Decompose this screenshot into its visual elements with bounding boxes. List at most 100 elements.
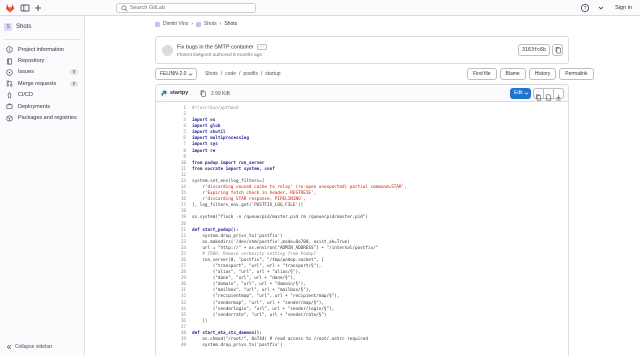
line-content: run_server(0, "postfix", "/tmp/podop.soc… [192,258,324,263]
edit-button[interactable]: Edit [510,88,531,99]
line-number[interactable]: 15 [156,191,186,196]
line-number[interactable]: 20 [156,222,186,227]
top-bar-actions: ? [580,3,606,13]
line-number[interactable]: 38 [156,331,186,336]
line-number[interactable]: 31 [156,288,186,293]
sidebar-item-merge-requests[interactable]: Merge requests 0 [4,78,81,89]
sidebar-item-label: Deployments [18,103,51,110]
permalink-button[interactable]: Permalink [559,68,594,80]
line-number[interactable]: 28 [156,270,186,275]
line-number[interactable]: 23 [156,240,186,245]
line-number[interactable]: 37 [156,325,186,330]
breadcrumb-item[interactable]: Dimitri Vins [163,21,188,27]
line-number[interactable]: 24 [156,246,186,251]
sign-in-link[interactable]: Sign in [615,4,632,12]
last-commit-box: Fix bugs in the SMTP container ··· Floren… [155,36,569,64]
line-number[interactable]: 4 [156,124,186,129]
blame-button[interactable]: Blame [499,68,526,80]
project-avatar: S [4,22,12,31]
issues-icon [6,69,13,76]
line-number[interactable]: 22 [156,234,186,239]
line-number[interactable]: 16 [156,197,186,202]
help-icon[interactable]: ? [580,3,590,13]
copy-icon [555,46,561,54]
file-size: 2.99 KiB [211,91,230,97]
line-number[interactable]: 30 [156,282,186,287]
line-number[interactable]: 9 [156,155,186,160]
sidebar-item-repository[interactable]: Repository [4,55,81,66]
path-separator: / [239,71,241,77]
sidebar-item-project-information[interactable]: Project information [4,44,81,55]
line-number[interactable]: 34 [156,307,186,312]
path-segment[interactable]: code [225,71,236,77]
line-number[interactable]: 25 [156,252,186,257]
sidebar-item-cicd[interactable]: CI/CD [4,90,81,101]
history-button[interactable]: History [528,68,557,80]
line-number[interactable]: 29 [156,276,186,281]
breadcrumb-item-current[interactable]: Shots [224,21,237,27]
line-number[interactable]: 12 [156,173,186,178]
gitlab-logo-icon[interactable] [5,3,15,13]
line-number[interactable]: 32 [156,294,186,299]
chevron-down-icon[interactable] [596,3,606,13]
line-content: ], log_filters_env.get('POSTFIX_LOG_FILE… [192,203,304,209]
sidebar: S Shots Project information Repository I… [0,16,85,356]
line-number[interactable]: 2 [156,112,186,117]
copy-file-path-icon[interactable] [200,90,206,97]
deployments-icon [6,103,13,110]
line-number[interactable]: 35 [156,313,186,318]
commit-message[interactable]: Fix bugs in the SMTP container [177,44,254,50]
path-segment[interactable]: postfix [243,71,257,77]
line-number[interactable]: 7 [156,142,186,147]
path-segment-current[interactable]: startup [265,71,280,77]
line-number[interactable]: 11 [156,167,186,172]
sidebar-project[interactable]: S Shots [4,20,81,33]
search-input[interactable]: Search GitLab [116,3,256,13]
line-number[interactable]: 40 [156,343,186,348]
line-number[interactable]: 27 [156,264,186,269]
line-number[interactable]: 19 [156,215,186,220]
sidebar-item-issues[interactable]: Issues 0 [4,67,81,78]
path-segment[interactable]: Shots [205,71,218,77]
line-number[interactable]: 33 [156,301,186,306]
plus-icon[interactable] [33,3,43,13]
line-number[interactable]: 6 [156,136,186,141]
line-number[interactable]: 1 [156,106,186,111]
line-number[interactable]: 39 [156,337,186,342]
line-number[interactable]: 5 [156,130,186,135]
sidebar-toggle-icon[interactable] [20,3,30,13]
download-button[interactable] [553,88,564,101]
sidebar-divider [4,39,81,40]
chevron-down-icon [524,92,529,95]
sidebar-item-packages-registries[interactable]: Packages and registries [4,112,81,123]
line-number[interactable]: 3 [156,118,186,123]
issues-count-badge: 0 [70,69,78,76]
line-number[interactable]: 17 [156,203,186,208]
line-content: ("mailbox", "url", url + "mailbox/§"), [192,288,311,294]
sidebar-item-deployments[interactable]: Deployments [4,101,81,112]
project-avatar-small [195,21,201,27]
line-content: def start_podop(): [192,227,239,233]
branch-selector[interactable]: FELINN-2.0 [155,68,197,80]
line-number[interactable]: 14 [156,185,186,190]
expand-commit-button[interactable]: ··· [256,44,268,50]
line-content: system.drop_privs_to('postfix') [192,343,283,349]
line-number[interactable]: 21 [156,228,186,233]
sidebar-item-label: Packages and registries [18,115,77,122]
line-content: import shutil [192,130,226,136]
author-avatar[interactable] [162,45,173,56]
file-path: Shots / code / postfix / startup [205,71,281,77]
collapse-sidebar-button[interactable]: Collapse sidebar [6,344,52,350]
line-content: import glob [192,124,221,130]
line-number[interactable]: 8 [156,149,186,154]
line-number[interactable]: 13 [156,179,186,184]
line-number[interactable]: 36 [156,319,186,324]
commit-message-row: Fix bugs in the SMTP container ··· [177,44,268,50]
line-number[interactable]: 10 [156,161,186,166]
find-file-button[interactable]: Find file [467,68,497,80]
breadcrumb-item[interactable]: Shots [204,21,217,27]
line-number[interactable]: 26 [156,258,186,263]
line-number[interactable]: 18 [156,209,186,214]
copy-sha-button[interactable] [552,44,563,56]
commit-sha-button[interactable]: 3163fc6b [518,44,550,56]
